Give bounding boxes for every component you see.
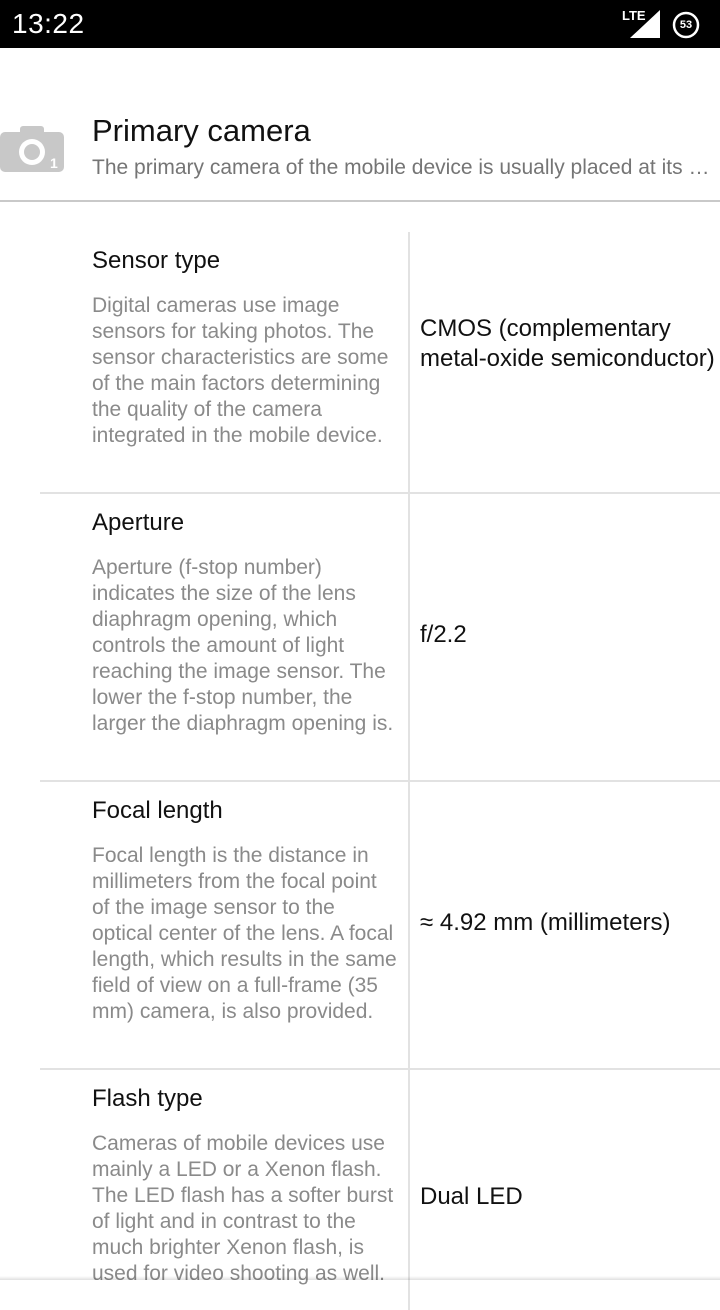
column-divider: [408, 782, 410, 1070]
column-divider: [408, 494, 410, 782]
section-title: Primary camera: [92, 113, 311, 148]
camera-icon: 1: [0, 126, 64, 172]
spec-name: Aperture: [92, 509, 185, 536]
scroll-edge-shadow: [0, 1276, 720, 1280]
header-divider: [0, 200, 720, 202]
spec-value: Dual LED: [420, 1183, 523, 1210]
spec-name: Flash type: [92, 1085, 203, 1112]
battery-icon: 53: [672, 11, 700, 39]
status-time: 13:22: [12, 8, 85, 39]
spec-row-focal-length: Focal length Focal length is the distanc…: [40, 782, 720, 1070]
spec-row-sensor-type: Sensor type Digital cameras use image se…: [40, 232, 720, 494]
spec-name: Focal length: [92, 797, 223, 824]
spec-row-aperture: Aperture Aperture (f-stop number) indica…: [40, 494, 720, 782]
spec-description: Focal length is the distance in millimet…: [92, 844, 397, 1023]
spec-row-flash-type: Flash type Cameras of mobile devices use…: [40, 1070, 720, 1310]
signal-strength-icon: [630, 10, 660, 38]
battery-level: 53: [679, 19, 693, 31]
status-bar: 13:22 LTE 53: [0, 0, 720, 48]
spec-name: Sensor type: [92, 247, 221, 274]
spec-value: f/2.2: [420, 621, 467, 648]
column-divider: [408, 232, 410, 494]
spec-value: CMOS (complementary metal-oxide semicond…: [420, 315, 715, 372]
spec-description: Cameras of mobile devices use mainly a L…: [92, 1132, 394, 1285]
section-subtitle: The primary camera of the mobile device …: [92, 156, 716, 179]
spec-description: Digital cameras use image sensors for ta…: [92, 294, 389, 447]
spec-value: ≈ 4.92 mm (millimeters): [420, 909, 671, 936]
column-divider: [408, 1070, 410, 1310]
spec-description: Aperture (f-stop number) indicates the s…: [92, 556, 394, 735]
svg-text:1: 1: [50, 155, 58, 171]
